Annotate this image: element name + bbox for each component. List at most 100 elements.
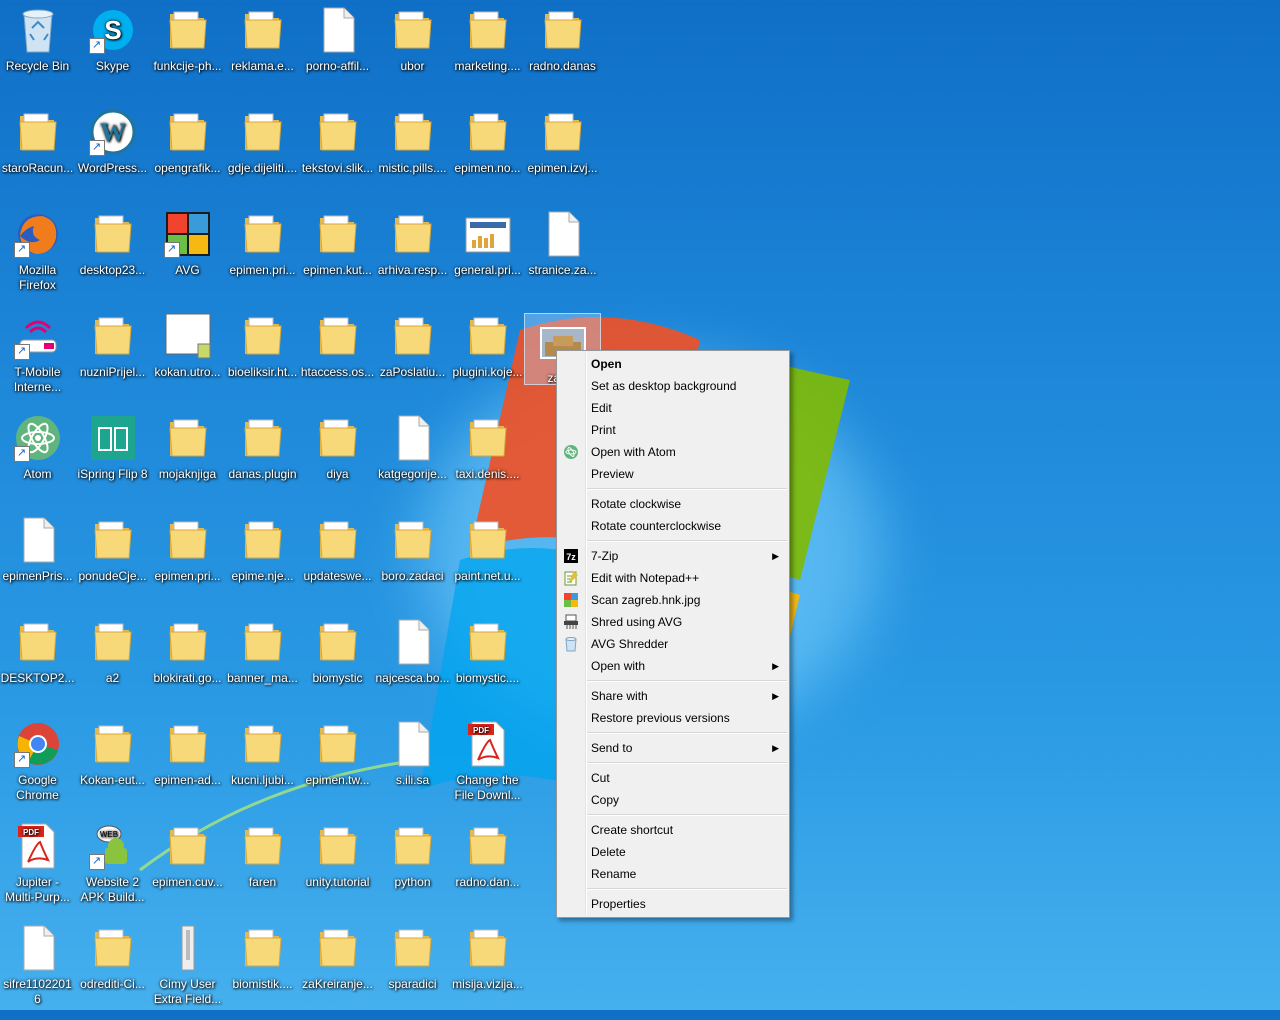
desktop-icon-kokan-utro[interactable]: kokan.utro... [150,308,225,408]
folder-icon [389,210,437,258]
desktop-icon-wordpress[interactable]: W ↗ WordPress... [75,104,150,204]
desktop-icon-epimen-izvj[interactable]: epimen.izvj... [525,104,600,204]
desktop-icon-reklama-e[interactable]: reklama.e... [225,2,300,102]
desktop-icon-epimen-no[interactable]: epimen.no... [450,104,525,204]
desktop-icon-epimen-pri[interactable]: epimen.pri... [150,512,225,612]
desktop-icon-biomystic[interactable]: biomystic [300,614,375,714]
desktop-icon-gdje-dijeliti[interactable]: gdje.dijeliti.... [225,104,300,204]
desktop-icon-change-the-file-downl[interactable]: PDF Change the File Downl... [450,716,525,816]
desktop-icon-desktop23[interactable]: desktop23... [75,206,150,306]
desktop-icon-epimen-tw[interactable]: epimen.tw... [300,716,375,816]
desktop-icon-sifre11022016[interactable]: sifre11022016 [0,920,75,1020]
desktop-icon-python[interactable]: python [375,818,450,918]
desktop-icon-faren[interactable]: faren [225,818,300,918]
desktop-icon-blokirati-go[interactable]: blokirati.go... [150,614,225,714]
desktop-icon-mozilla-firefox[interactable]: ↗ Mozilla Firefox [0,206,75,306]
menu-item-edit-with-notepad[interactable]: Edit with Notepad++ [557,567,789,589]
desktop-icon-kokan-eut[interactable]: Kokan-eut... [75,716,150,816]
menu-item-send-to[interactable]: Send to ▶ [557,737,789,759]
menu-item-open-with-atom[interactable]: Open with Atom [557,441,789,463]
menu-item-avg-shredder[interactable]: AVG Shredder [557,633,789,655]
desktop-icon-biomystic[interactable]: biomystic.... [450,614,525,714]
desktop-icon-cimy-user-extra-field[interactable]: Cimy User Extra Field... [150,920,225,1020]
desktop-icon-diya[interactable]: diya [300,410,375,510]
desktop-icon-radno-danas[interactable]: radno.danas [525,2,600,102]
desktop-icon-epimen-pri[interactable]: epimen.pri... [225,206,300,306]
desktop-icon-danas-plugin[interactable]: danas.plugin [225,410,300,510]
menu-item-shred-using-avg[interactable]: Shred using AVG [557,611,789,633]
desktop-icon-banner-ma[interactable]: banner_ma... [225,614,300,714]
desktop-icon-arhiva-resp[interactable]: arhiva.resp... [375,206,450,306]
desktop-icon-sparadici[interactable]: sparadici [375,920,450,1020]
menu-item-copy[interactable]: Copy [557,789,789,811]
menu-item-rotate-clockwise[interactable]: Rotate clockwise [557,493,789,515]
desktop-icon-funkcije-ph[interactable]: funkcije-ph... [150,2,225,102]
menu-item-share-with[interactable]: Share with ▶ [557,685,789,707]
menu-item-print[interactable]: Print [557,419,789,441]
desktop-icon-stranice-za[interactable]: stranice.za... [525,206,600,306]
desktop-icon-opengrafik[interactable]: opengrafik... [150,104,225,204]
desktop-icon-marketing[interactable]: marketing.... [450,2,525,102]
desktop-icon-najcesca-bo[interactable]: najcesca.bo... [375,614,450,714]
desktop-icon-desktop2[interactable]: DESKTOP2... [0,614,75,714]
desktop-icon-skype[interactable]: S ↗ Skype [75,2,150,102]
desktop-icon-label: epimen.tw... [305,773,370,787]
desktop-icon-nuzniprijel[interactable]: nuzniPrijel... [75,308,150,408]
desktop-icon-bioeliksir-ht[interactable]: bioeliksir.ht... [225,308,300,408]
menu-item-rename[interactable]: Rename [557,863,789,885]
menu-item-open[interactable]: Open [557,353,789,375]
desktop-icon-general-pri[interactable]: general.pri... [450,206,525,306]
desktop-icon-t-mobile-interne[interactable]: ↗ T-Mobile Interne... [0,308,75,408]
menu-item-properties[interactable]: Properties [557,893,789,915]
menu-item-delete[interactable]: Delete [557,841,789,863]
desktop-icon-taxi-denis[interactable]: taxi.denis.... [450,410,525,510]
desktop-icon-ispring-flip-8[interactable]: iSpring Flip 8 [75,410,150,510]
menu-item-cut[interactable]: Cut [557,767,789,789]
desktop-icon-plugini-koje[interactable]: plugini.koje... [450,308,525,408]
desktop-icon-boro-zadaci[interactable]: boro.zadaci [375,512,450,612]
desktop-icon-paint-net-u[interactable]: paint.net.u... [450,512,525,612]
menu-item-preview[interactable]: Preview [557,463,789,485]
desktop-icon-avg[interactable]: ↗ AVG [150,206,225,306]
desktop-icon-atom[interactable]: ↗ Atom [0,410,75,510]
desktop-icon-google-chrome[interactable]: ↗ Google Chrome [0,716,75,816]
desktop-icon-ponudecje[interactable]: ponudeCje... [75,512,150,612]
desktop-icon-epimen-ad[interactable]: epimen-ad... [150,716,225,816]
desktop-icon-porno-affil[interactable]: porno-affil... [300,2,375,102]
desktop-icon-epimen-cuv[interactable]: epimen.cuv... [150,818,225,918]
desktop-icon-epimenpris[interactable]: epimenPris... [0,512,75,612]
desktop-icon-unity-tutorial[interactable]: unity.tutorial [300,818,375,918]
desktop-icon-jupiter-multi-purp[interactable]: PDF Jupiter - Multi-Purp... [0,818,75,918]
desktop-icon-mojaknjiga[interactable]: mojaknjiga [150,410,225,510]
menu-item-7-zip[interactable]: 7z 7-Zip ▶ [557,545,789,567]
menu-item-scan-zagreb-hnk-jpg[interactable]: Scan zagreb.hnk.jpg [557,589,789,611]
desktop-icon-zakreiranje[interactable]: zaKreiranje... [300,920,375,1020]
desktop-icon-s-ili-sa[interactable]: s.ili.sa [375,716,450,816]
desktop-icon-ubor[interactable]: ubor [375,2,450,102]
desktop-icon-epime-nje[interactable]: epime.nje... [225,512,300,612]
folder-icon [239,720,287,768]
desktop-icon-zaposlatiu[interactable]: zaPoslatiu... [375,308,450,408]
desktop-icon-tekstovi-slik[interactable]: tekstovi.slik... [300,104,375,204]
menu-item-create-shortcut[interactable]: Create shortcut [557,819,789,841]
menu-item-rotate-counterclockwise[interactable]: Rotate counterclockwise [557,515,789,537]
desktop-icon-katgegorije[interactable]: katgegorije... [375,410,450,510]
desktop-icon-a2[interactable]: a2 [75,614,150,714]
desktop-icon-radno-dan[interactable]: radno.dan... [450,818,525,918]
menu-item-open-with[interactable]: Open with ▶ [557,655,789,677]
desktop-icon-recycle-bin[interactable]: Recycle Bin [0,2,75,102]
desktop-icon-kucni-ljubi[interactable]: kucni.ljubi... [225,716,300,816]
desktop-icon-updateswe[interactable]: updateswe... [300,512,375,612]
menu-item-set-as-desktop-background[interactable]: Set as desktop background [557,375,789,397]
desktop-icon-misija-vizija[interactable]: misija.vizija... [450,920,525,1020]
desktop-icon-mistic-pills[interactable]: mistic.pills.... [375,104,450,204]
desktop-icon-htaccess-os[interactable]: htaccess.os... [300,308,375,408]
menu-item-edit[interactable]: Edit [557,397,789,419]
desktop-icon-epimen-kut[interactable]: epimen.kut... [300,206,375,306]
menu-item-restore-previous-versions[interactable]: Restore previous versions [557,707,789,729]
desktop-icon-staroracun[interactable]: staroRacun... [0,104,75,204]
desktop-icon-odrediti-ci[interactable]: odrediti-Ci... [75,920,150,1020]
desktop-icon-website-2-apk-build[interactable]: WEB ↗ Website 2 APK Build... [75,818,150,918]
menu-item-label: Delete [591,845,626,859]
desktop-icon-biomistik[interactable]: biomistik.... [225,920,300,1020]
